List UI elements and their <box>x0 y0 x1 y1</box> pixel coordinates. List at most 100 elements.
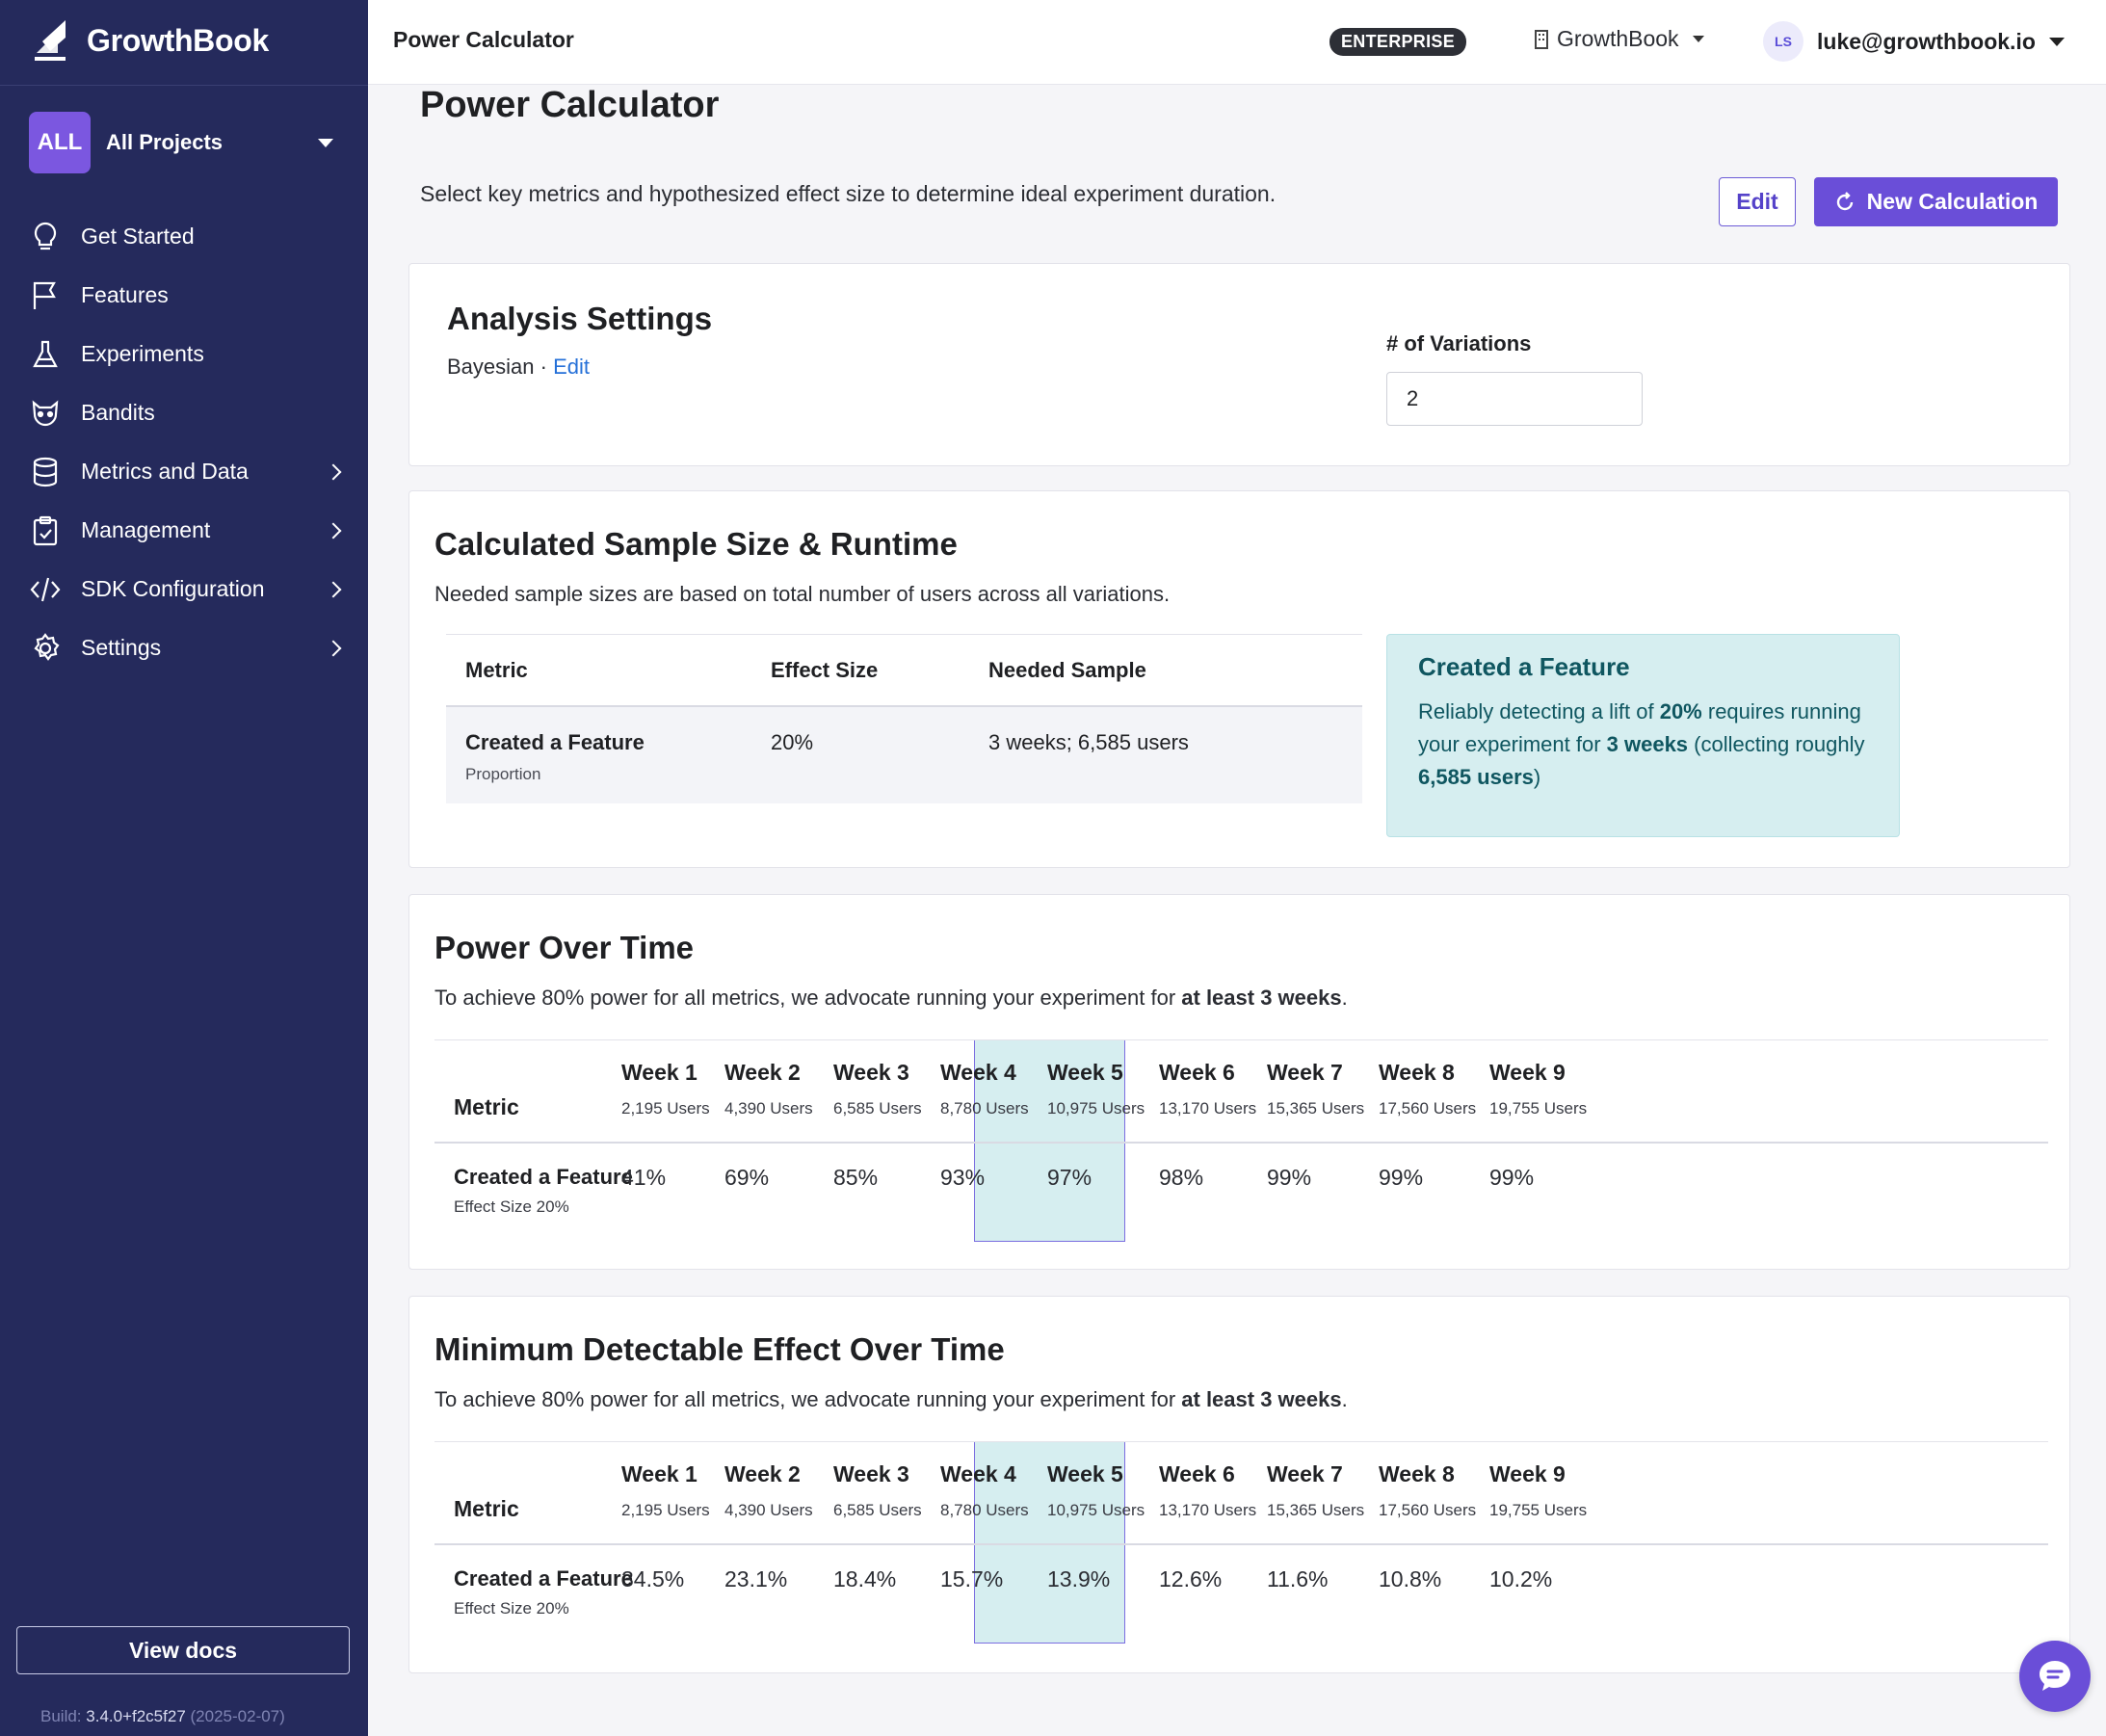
sidebar-item-experiments[interactable]: Experiments <box>0 325 368 383</box>
week-header-4: Week 4 8,780 Users <box>940 1461 1029 1520</box>
topbar-title: Power Calculator <box>393 27 574 52</box>
week-users: 6,585 Users <box>833 1099 922 1118</box>
page-description: Select key metrics and hypothesized effe… <box>420 181 1277 206</box>
sidebar-item-label: Metrics and Data <box>81 459 249 484</box>
build-info: Build: 3.4.0+f2c5f27 (2025-02-07) <box>40 1707 285 1725</box>
edit-button[interactable]: Edit <box>1719 177 1796 226</box>
effect-size: 20% <box>771 730 814 754</box>
sidebar-item-label: Get Started <box>81 224 195 249</box>
week-users: 13,170 Users <box>1159 1099 1257 1118</box>
view-docs-button[interactable]: View docs <box>16 1626 350 1674</box>
raccoon-icon <box>29 397 62 430</box>
week-value-5: 13.9% <box>1047 1566 1111 1591</box>
chat-icon <box>2040 1661 2070 1691</box>
analysis-settings-card: Analysis Settings Bayesian · Edit # of V… <box>408 263 2070 466</box>
sidebar-item-metrics-and-data[interactable]: Metrics and Data <box>0 442 368 501</box>
week-value-1: 34.5% <box>621 1566 685 1591</box>
week-users: 6,585 Users <box>833 1501 922 1519</box>
week-name: Week 8 <box>1379 1461 1455 1486</box>
variations-input[interactable]: 2 <box>1386 372 1643 426</box>
week-name: Week 4 <box>940 1461 1016 1486</box>
mde-over-time-card: Minimum Detectable Effect Over Time To a… <box>408 1296 2070 1673</box>
metric-type: Proportion <box>465 765 541 783</box>
build-version: 3.4.0+f2c5f27 <box>86 1707 186 1725</box>
table-header: Metric Week 1 2,195 Users Week 2 4,390 User… <box>434 1039 2048 1144</box>
sample-size-card: Calculated Sample Size & Runtime Needed … <box>408 490 2070 868</box>
table-header: Metric Effect Size Needed Sample <box>446 634 1362 707</box>
sidebar-item-sdk-configuration[interactable]: SDK Configuration <box>0 560 368 618</box>
week-name: Week 6 <box>1159 1461 1235 1486</box>
week-header-6: Week 6 13,170 Users <box>1159 1461 1256 1520</box>
week-users: 13,170 Users <box>1159 1501 1257 1519</box>
week-header-5: Week 5 10,975 Users <box>1047 1060 1145 1118</box>
week-users: 2,195 Users <box>621 1099 710 1118</box>
week-value-2: 23.1% <box>724 1566 788 1591</box>
logo[interactable]: GrowthBook <box>29 13 269 67</box>
week-name: Week 2 <box>724 1060 801 1085</box>
sidebar-item-label: SDK Configuration <box>81 576 265 601</box>
project-selector[interactable]: ALL All Projects <box>29 112 337 173</box>
week-value-6: 98% <box>1159 1165 1204 1190</box>
week-header-3: Week 3 6,585 Users <box>833 1060 922 1118</box>
week-value-2: 69% <box>724 1165 770 1190</box>
week-name: Week 2 <box>724 1461 801 1486</box>
sidebar-item-features[interactable]: Features <box>0 266 368 325</box>
week-users: 10,975 Users <box>1047 1501 1145 1519</box>
week-users: 17,560 Users <box>1379 1099 1477 1118</box>
variations-label: # of Variations <box>1386 331 1532 355</box>
topbar: Power Calculator ENTERPRISE GrowthBook L… <box>368 0 2106 85</box>
callout-body: Reliably detecting a lift of 20% require… <box>1418 699 1865 789</box>
week-name: Week 9 <box>1489 1060 1566 1085</box>
org-name: GrowthBook <box>1557 26 1679 51</box>
week-users: 2,195 Users <box>621 1501 710 1519</box>
week-header-7: Week 7 15,365 Users <box>1267 1461 1364 1520</box>
week-users: 4,390 Users <box>724 1099 813 1118</box>
table-row: Created a Feature Proportion 20% 3 weeks… <box>446 707 1362 803</box>
sidebar-item-label: Settings <box>81 635 162 660</box>
chevron-right-icon <box>325 463 342 480</box>
metric-effect: Effect Size 20% <box>454 1197 569 1216</box>
week-users: 19,755 Users <box>1489 1099 1588 1118</box>
sidebar-item-management[interactable]: Management <box>0 501 368 560</box>
week-users: 15,365 Users <box>1267 1501 1365 1519</box>
database-icon <box>29 456 62 488</box>
week-users: 8,780 Users <box>940 1501 1029 1519</box>
week-header-4: Week 4 8,780 Users <box>940 1060 1029 1118</box>
week-users: 10,975 Users <box>1047 1099 1145 1118</box>
clipboard-icon <box>29 514 62 547</box>
user-menu[interactable]: LS luke@growthbook.io <box>1763 21 2065 62</box>
build-date: (2025-02-07) <box>190 1707 285 1725</box>
sidebar-item-get-started[interactable]: Get Started <box>0 207 368 266</box>
sample-size-title: Calculated Sample Size & Runtime <box>434 526 958 562</box>
analysis-settings-title: Analysis Settings <box>447 301 713 336</box>
power-over-time-subtitle: To achieve 80% power for all metrics, we… <box>434 986 1348 1010</box>
week-name: Week 1 <box>621 1060 698 1085</box>
sidebar: GrowthBook ALL All Projects Get Started … <box>0 0 368 1736</box>
sidebar-item-label: Management <box>81 517 211 542</box>
metric-name: Created a Feature <box>454 1165 633 1189</box>
power-over-time-title: Power Over Time <box>434 930 695 965</box>
sidebar-item-label: Experiments <box>81 341 204 366</box>
week-name: Week 4 <box>940 1060 1016 1085</box>
sidebar-item-bandits[interactable]: Bandits <box>0 383 368 442</box>
mde-over-time-subtitle: To achieve 80% power for all metrics, we… <box>434 1387 1348 1411</box>
mde-table: Metric Week 1 2,195 Users Week 2 4,390 User… <box>434 1441 2048 1644</box>
table-row: Created a Feature Effect Size 20% 41% 69%… <box>434 1144 2048 1242</box>
analysis-edit-link[interactable]: Edit <box>553 355 590 379</box>
week-value-9: 99% <box>1489 1165 1535 1190</box>
page-title: Power Calculator <box>420 85 720 125</box>
project-badge: ALL <box>29 112 91 173</box>
sidebar-item-label: Features <box>81 282 169 307</box>
lightbulb-icon <box>29 221 62 253</box>
callout-title: Created a Feature <box>1418 652 1630 681</box>
week-value-1: 41% <box>621 1165 667 1190</box>
sidebar-item-settings[interactable]: Settings <box>0 618 368 677</box>
metric-name: Created a Feature <box>454 1566 633 1591</box>
chevron-down-icon <box>2048 37 2065 46</box>
org-selector[interactable]: GrowthBook <box>1534 26 1704 52</box>
chat-support-button[interactable] <box>2019 1641 2091 1712</box>
week-name: Week 6 <box>1159 1060 1235 1085</box>
week-value-7: 99% <box>1267 1165 1312 1190</box>
new-calculation-button[interactable]: New Calculation <box>1814 177 2058 226</box>
week-header-8: Week 8 17,560 Users <box>1379 1060 1476 1118</box>
